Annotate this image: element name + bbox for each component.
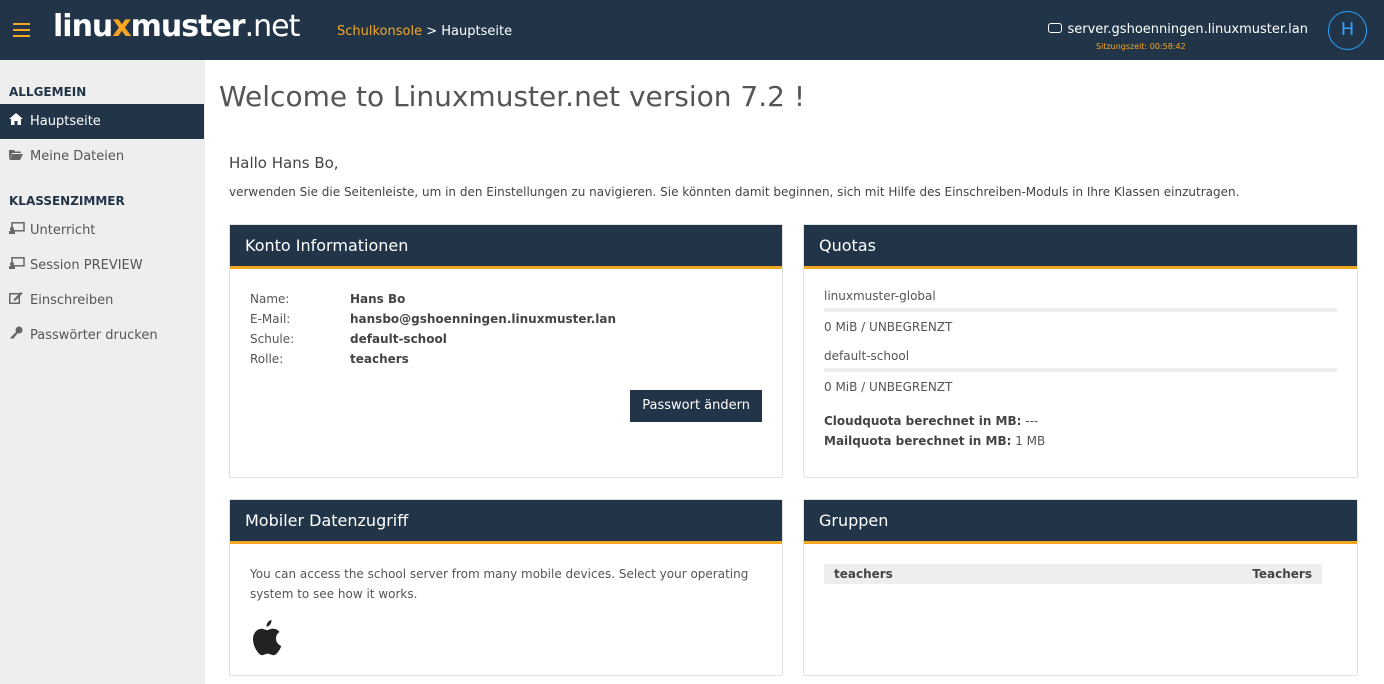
menu-icon[interactable] [13,23,30,37]
server-name: server.gshoenningen.linuxmuster.lan [1048,22,1308,37]
breadcrumb-link-schulkonsole[interactable]: Schulkonsole [337,24,422,39]
account-panel-body: Name: Hans Bo E-Mail: hansbo@gshoenningen.… [230,269,782,389]
breadcrumb-current: Hauptseite [441,24,513,39]
groups-panel: Gruppen teachers Teachers [803,499,1358,676]
quotas-panel-body: linuxmuster-global 0 MiB / UNBEGRENZT de… [804,269,1357,471]
groups-panel-body: teachers Teachers [804,544,1357,604]
change-password-button[interactable]: Passwort ändern [630,390,762,422]
quotas-panel-title: Quotas [804,225,1357,269]
account-row-school: Schule: default-school [250,332,447,346]
quota-value: 0 MiB / UNBEGRENZT [824,320,953,334]
session-time: Sitzungszeit: 00:58:42 [1096,42,1186,51]
sidebar-heading-allgemein: ALLGEMEIN [9,85,87,99]
quota-label: linuxmuster-global [824,289,936,303]
classroom-icon [9,248,25,283]
groups-panel-title: Gruppen [804,500,1357,544]
group-name: teachers [834,567,893,581]
top-bar: linuxmuster.net Schulkonsole > Hauptseit… [0,0,1384,60]
breadcrumb: Schulkonsole > Hauptseite [337,24,512,39]
quota-progress-bar [824,308,1337,312]
mobile-panel: Mobiler Datenzugriff You can access the … [229,499,783,676]
sidebar: ALLGEMEIN Hauptseite Meine Dateien KLASS… [0,60,205,684]
mailquota-line: Mailquota berechnet in MB: 1 MB [824,434,1046,448]
folder-icon [9,139,23,174]
mobile-panel-title: Mobiler Datenzugriff [230,500,782,544]
sidebar-item-meine-dateien[interactable]: Meine Dateien [0,139,204,174]
sidebar-item-hauptseite[interactable]: Hauptseite [0,104,204,139]
server-icon [1048,23,1063,33]
group-display-name: Teachers [1252,567,1312,581]
greeting: Hallo Hans Bo, [229,154,339,172]
cloudquota-line: Cloudquota berechnet in MB: --- [824,414,1039,428]
account-panel-title: Konto Informationen [230,225,782,269]
sidebar-item-passwoerter-drucken[interactable]: Passwörter drucken [0,318,204,353]
intro-text: verwenden Sie die Seitenleiste, um in de… [229,185,1240,199]
group-row[interactable]: teachers Teachers [824,564,1322,584]
page-title: Welcome to Linuxmuster.net version 7.2 ! [219,80,806,113]
account-row-role: Rolle: teachers [250,352,409,366]
home-icon [9,104,23,139]
quota-value: 0 MiB / UNBEGRENZT [824,380,953,394]
quota-label: default-school [824,349,910,363]
mobile-text: You can access the school server from ma… [250,567,749,601]
sidebar-item-session-preview[interactable]: Session PREVIEW [0,248,204,283]
apple-icon[interactable] [250,618,282,656]
classroom-icon [9,213,25,248]
account-row-email: E-Mail: hansbo@gshoenningen.linuxmuster.l… [250,312,617,326]
edit-icon [9,283,23,318]
avatar[interactable]: H [1328,11,1367,50]
sidebar-item-unterricht[interactable]: Unterricht [0,213,204,248]
key-icon [9,318,23,353]
sidebar-item-einschreiben[interactable]: Einschreiben [0,283,204,318]
sidebar-heading-klassenzimmer: KLASSENZIMMER [9,194,125,208]
mobile-panel-body: You can access the school server from ma… [230,544,782,676]
account-panel: Konto Informationen Name: Hans Bo E-Mail:… [229,224,783,478]
logo[interactable]: linuxmuster.net [53,10,300,44]
quotas-panel: Quotas linuxmuster-global 0 MiB / UNBEGR… [803,224,1358,478]
account-row-name: Name: Hans Bo [250,292,406,306]
quota-progress-bar [824,368,1337,372]
breadcrumb-separator: > [422,24,442,39]
